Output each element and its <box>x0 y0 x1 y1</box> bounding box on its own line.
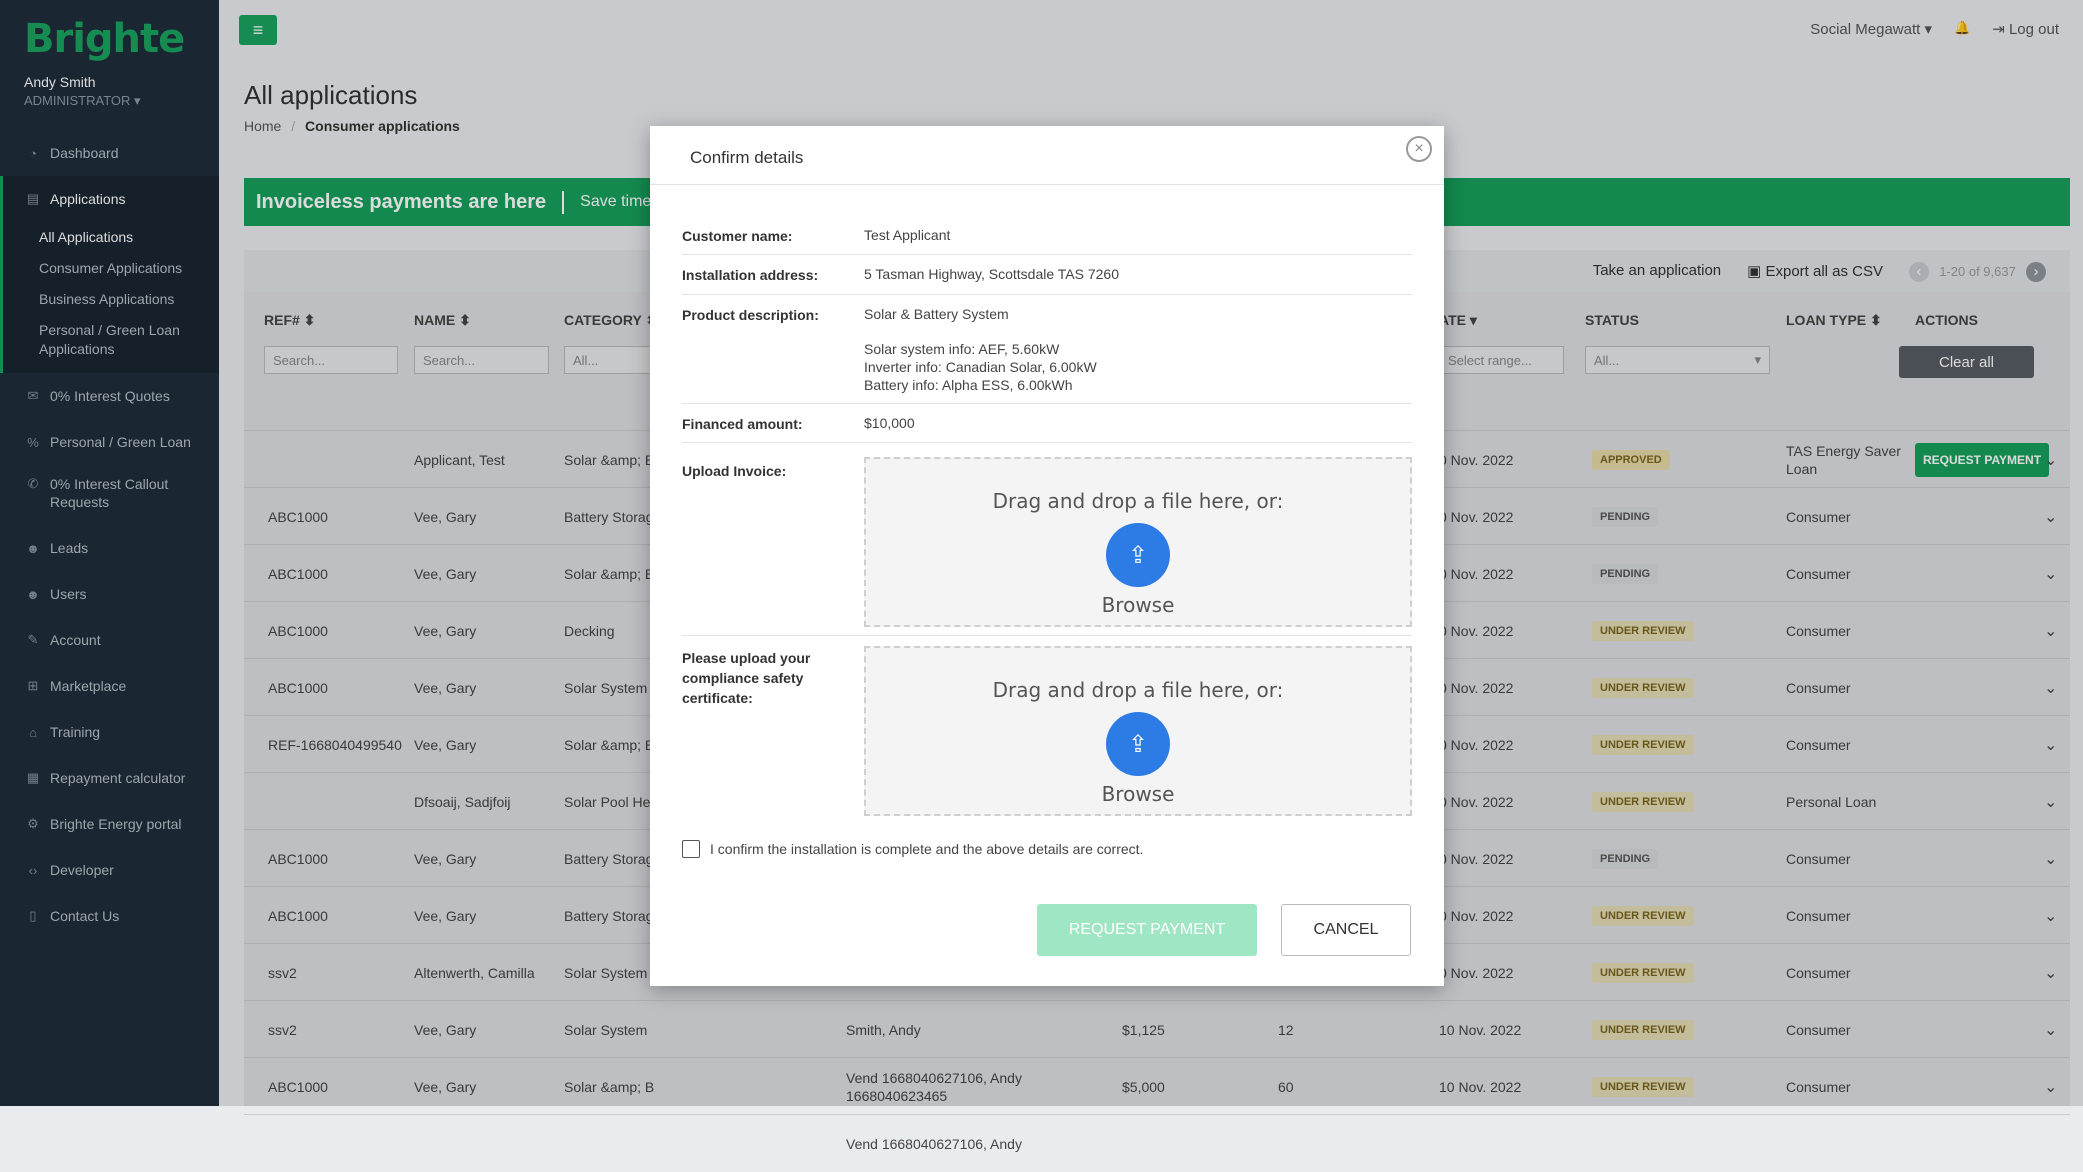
product-description-label: Product description: <box>682 307 819 323</box>
upload-folder-icon[interactable]: ⇪ <box>1106 712 1170 776</box>
date-cell <box>1439 1115 1569 1172</box>
product-description-value: Solar & Battery System <box>864 306 1009 322</box>
battery-info: Battery info: Alpha ESS, 6.00kWh <box>864 377 1073 393</box>
financed-amount-value: $10,000 <box>864 415 915 431</box>
solar-system-info: Solar system info: AEF, 5.60kW <box>864 341 1060 357</box>
ref-cell <box>268 1115 408 1172</box>
invoice-dropzone[interactable]: Drag and drop a file here, or: ⇪ Browse <box>864 457 1412 627</box>
financed-amount-label: Financed amount: <box>682 416 803 432</box>
browse-button[interactable]: Browse <box>866 593 1410 617</box>
detail-upload-invoice: Upload Invoice: Drag and drop a file her… <box>682 443 1412 636</box>
close-icon[interactable]: × <box>1406 136 1432 162</box>
details-list: Customer name: Test Applicant Installati… <box>682 216 1412 826</box>
detail-financed-amount: Financed amount: $10,000 <box>682 404 1412 443</box>
loan-type-cell <box>1786 1115 1906 1172</box>
client-cell: Vend 1668040627106, Andy <box>846 1135 1022 1152</box>
request-payment-button[interactable]: REQUEST PAYMENT <box>1037 904 1257 956</box>
upload-folder-icon[interactable]: ⇪ <box>1106 523 1170 587</box>
modal-title: Confirm details <box>690 148 804 167</box>
amount-cell <box>1122 1115 1222 1172</box>
installation-address-label: Installation address: <box>682 267 819 283</box>
modal-header-divider <box>650 184 1444 185</box>
compliance-certificate-label: Please upload your compliance safety cer… <box>682 650 811 706</box>
table-row[interactable]: Vend 1668040627106, Andy <box>244 1114 2070 1172</box>
dropzone-text: Drag and drop a file here, or: <box>992 489 1284 513</box>
confirm-installation: I confirm the installation is complete a… <box>682 840 1143 858</box>
detail-customer-name: Customer name: Test Applicant <box>682 216 1412 255</box>
compliance-dropzone[interactable]: Drag and drop a file here, or: ⇪ Browse <box>864 646 1412 816</box>
detail-installation-address: Installation address: 5 Tasman Highway, … <box>682 255 1412 295</box>
term-cell <box>1278 1115 1338 1172</box>
inverter-info: Inverter info: Canadian Solar, 6.00kW <box>864 359 1097 375</box>
confirm-label[interactable]: I confirm the installation is complete a… <box>710 841 1143 857</box>
detail-compliance-certificate: Please upload your compliance safety cer… <box>682 636 1412 826</box>
category-cell <box>564 1115 654 1172</box>
confirm-details-modal: Confirm details × Customer name: Test Ap… <box>650 126 1444 986</box>
upload-invoice-label: Upload Invoice: <box>682 463 787 479</box>
cancel-button[interactable]: CANCEL <box>1281 904 1411 956</box>
dropzone-text: Drag and drop a file here, or: <box>992 678 1284 702</box>
confirm-checkbox[interactable] <box>682 840 700 858</box>
detail-product-description: Product description: Solar & Battery Sys… <box>682 295 1412 404</box>
customer-name-value: Test Applicant <box>864 227 951 243</box>
installation-address-value: 5 Tasman Highway, Scottsdale TAS 7260 <box>864 266 1119 282</box>
customer-name-label: Customer name: <box>682 228 793 244</box>
name-cell <box>414 1115 559 1172</box>
browse-button[interactable]: Browse <box>866 782 1410 806</box>
